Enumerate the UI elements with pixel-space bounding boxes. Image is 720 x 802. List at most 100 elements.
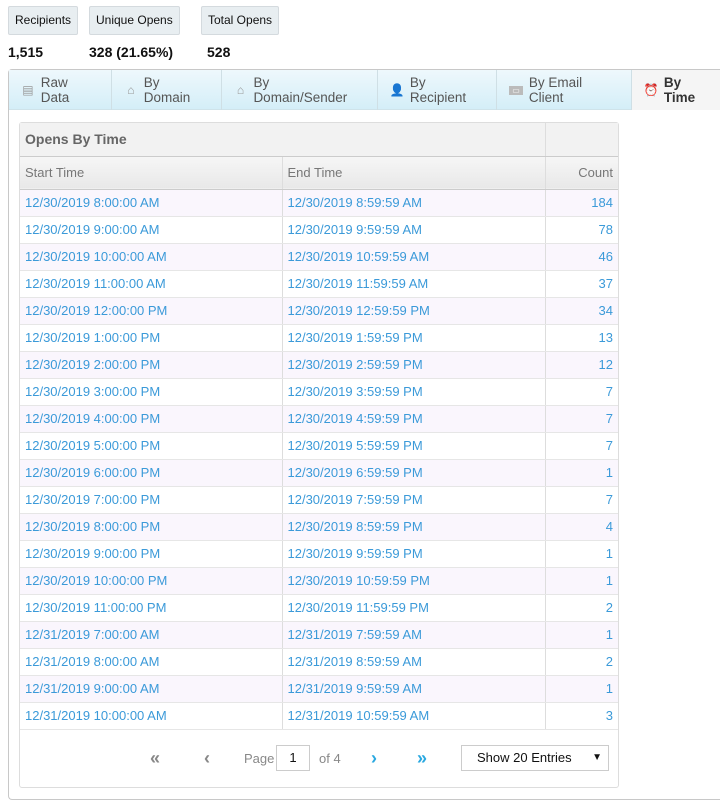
table-row: 12/30/2019 8:00:00 PM 12/30/2019 8:59:59 …: [20, 513, 618, 541]
house-icon: ⌂: [127, 83, 135, 97]
table-row: 12/31/2019 10:00:00 AM 12/31/2019 10:59:5…: [20, 702, 618, 730]
alarm-clock-icon: ⏰: [643, 83, 659, 97]
column-header-count[interactable]: Count: [545, 156, 618, 190]
table-row: 12/30/2019 11:00:00 AM 12/30/2019 11:59:5…: [20, 270, 618, 298]
start-time-cell[interactable]: 12/30/2019 9:00:00 AM: [20, 216, 283, 244]
table-row: 12/30/2019 4:00:00 PM 12/30/2019 4:59:59 …: [20, 405, 618, 433]
column-header-start-time[interactable]: Start Time: [20, 156, 283, 190]
start-time-cell[interactable]: 12/30/2019 8:00:00 AM: [20, 189, 283, 217]
table-row: 12/31/2019 9:00:00 AM 12/31/2019 9:59:59 …: [20, 675, 618, 703]
count-cell[interactable]: 2: [545, 594, 618, 622]
start-time-cell[interactable]: 12/30/2019 5:00:00 PM: [20, 432, 283, 460]
end-time-cell[interactable]: 12/31/2019 8:59:59 AM: [282, 648, 546, 676]
entries-per-page-select[interactable]: Show 20 Entries ▼: [461, 745, 609, 771]
end-time-cell[interactable]: 12/30/2019 10:59:59 PM: [282, 567, 546, 595]
count-cell[interactable]: 12: [545, 351, 618, 379]
end-time-cell[interactable]: 12/30/2019 8:59:59 PM: [282, 513, 546, 541]
count-cell[interactable]: 4: [545, 513, 618, 541]
dropdown-arrow-icon: ▼: [592, 752, 602, 763]
table-icon: ▤: [22, 83, 34, 97]
tab-label: By Time: [663, 75, 696, 105]
count-cell[interactable]: 1: [545, 567, 618, 595]
start-time-cell[interactable]: 12/30/2019 9:00:00 PM: [20, 540, 283, 568]
end-time-cell[interactable]: 12/30/2019 9:59:59 PM: [282, 540, 546, 568]
total-opens-value: 528: [207, 44, 231, 60]
start-time-cell[interactable]: 12/30/2019 10:00:00 AM: [20, 243, 283, 271]
tab-label: By Email Client: [528, 75, 583, 105]
table-row: 12/30/2019 7:00:00 PM 12/30/2019 7:59:59 …: [20, 486, 618, 514]
count-cell[interactable]: 1: [545, 675, 618, 703]
end-time-cell[interactable]: 12/30/2019 7:59:59 PM: [282, 486, 546, 514]
start-time-cell[interactable]: 12/30/2019 11:00:00 PM: [20, 594, 283, 622]
end-time-cell[interactable]: 12/30/2019 8:59:59 AM: [282, 189, 546, 217]
tab-by-recipient[interactable]: 👤 By Recipient: [378, 70, 498, 110]
title-spacer: [545, 123, 618, 157]
house-icon: ⌂: [236, 83, 245, 97]
tab-by-time[interactable]: ⏰ By Time: [631, 70, 720, 110]
count-cell[interactable]: 34: [545, 297, 618, 325]
end-time-cell[interactable]: 12/30/2019 11:59:59 PM: [282, 594, 546, 622]
stat-unique-opens-button[interactable]: Unique Opens: [89, 6, 180, 35]
count-cell[interactable]: 13: [545, 324, 618, 352]
tab-by-email-client[interactable]: ▭ By Email Client: [497, 70, 632, 110]
count-cell[interactable]: 46: [545, 243, 618, 271]
end-time-cell[interactable]: 12/30/2019 4:59:59 PM: [282, 405, 546, 433]
start-time-cell[interactable]: 12/30/2019 10:00:00 PM: [20, 567, 283, 595]
end-time-cell[interactable]: 12/30/2019 9:59:59 AM: [282, 216, 546, 244]
start-time-cell[interactable]: 12/30/2019 1:00:00 PM: [20, 324, 283, 352]
end-time-cell[interactable]: 12/31/2019 10:59:59 AM: [282, 702, 546, 730]
start-time-cell[interactable]: 12/30/2019 2:00:00 PM: [20, 351, 283, 379]
count-cell[interactable]: 37: [545, 270, 618, 298]
next-page-icon[interactable]: ›: [371, 748, 377, 769]
tab-by-domain[interactable]: ⌂ By Domain: [112, 70, 222, 110]
end-time-cell[interactable]: 12/30/2019 11:59:59 AM: [282, 270, 546, 298]
tab-by-domain-sender[interactable]: ⌂ By Domain/Sender: [222, 70, 378, 110]
end-time-cell[interactable]: 12/30/2019 10:59:59 AM: [282, 243, 546, 271]
start-time-cell[interactable]: 12/30/2019 3:00:00 PM: [20, 378, 283, 406]
count-cell[interactable]: 1: [545, 540, 618, 568]
stat-total-opens-button[interactable]: Total Opens: [201, 6, 280, 35]
table-row: 12/30/2019 9:00:00 AM 12/30/2019 9:59:59 …: [20, 216, 618, 244]
end-time-cell[interactable]: 12/30/2019 5:59:59 PM: [282, 432, 546, 460]
end-time-cell[interactable]: 12/31/2019 7:59:59 AM: [282, 621, 546, 649]
count-cell[interactable]: 184: [545, 189, 618, 217]
tab-label: By Domain/Sender: [253, 75, 348, 105]
table-row: 12/30/2019 1:00:00 PM 12/30/2019 1:59:59 …: [20, 324, 618, 352]
pagination: « ‹ Page 1 of 4 › » Show 20 Entries ▼: [20, 729, 618, 787]
start-time-cell[interactable]: 12/30/2019 12:00:00 PM: [20, 297, 283, 325]
start-time-cell[interactable]: 12/30/2019 11:00:00 AM: [20, 270, 283, 298]
count-cell[interactable]: 78: [545, 216, 618, 244]
end-time-cell[interactable]: 12/30/2019 1:59:59 PM: [282, 324, 546, 352]
last-page-icon[interactable]: »: [417, 748, 427, 769]
page-number-input[interactable]: 1: [276, 745, 310, 771]
start-time-cell[interactable]: 12/31/2019 9:00:00 AM: [20, 675, 283, 703]
count-cell[interactable]: 1: [545, 621, 618, 649]
table-row: 12/30/2019 8:00:00 AM 12/30/2019 8:59:59 …: [20, 189, 618, 217]
count-cell[interactable]: 7: [545, 432, 618, 460]
start-time-cell[interactable]: 12/30/2019 4:00:00 PM: [20, 405, 283, 433]
tab-raw-data[interactable]: ▤ Raw Data: [9, 70, 113, 110]
stat-recipients-button[interactable]: Recipients: [8, 6, 79, 35]
entries-label: Show 20 Entries: [477, 750, 572, 765]
start-time-cell[interactable]: 12/30/2019 7:00:00 PM: [20, 486, 283, 514]
count-cell[interactable]: 7: [545, 486, 618, 514]
count-cell[interactable]: 2: [545, 648, 618, 676]
first-page-icon[interactable]: «: [150, 748, 160, 769]
tab-label: By Recipient: [409, 75, 467, 105]
count-cell[interactable]: 7: [545, 378, 618, 406]
end-time-cell[interactable]: 12/30/2019 12:59:59 PM: [282, 297, 546, 325]
count-cell[interactable]: 1: [545, 459, 618, 487]
count-cell[interactable]: 7: [545, 405, 618, 433]
end-time-cell[interactable]: 12/30/2019 6:59:59 PM: [282, 459, 546, 487]
end-time-cell[interactable]: 12/30/2019 3:59:59 PM: [282, 378, 546, 406]
start-time-cell[interactable]: 12/30/2019 6:00:00 PM: [20, 459, 283, 487]
end-time-cell[interactable]: 12/31/2019 9:59:59 AM: [282, 675, 546, 703]
count-cell[interactable]: 3: [545, 702, 618, 730]
start-time-cell[interactable]: 12/30/2019 8:00:00 PM: [20, 513, 283, 541]
start-time-cell[interactable]: 12/31/2019 7:00:00 AM: [20, 621, 283, 649]
start-time-cell[interactable]: 12/31/2019 8:00:00 AM: [20, 648, 283, 676]
start-time-cell[interactable]: 12/31/2019 10:00:00 AM: [20, 702, 283, 730]
end-time-cell[interactable]: 12/30/2019 2:59:59 PM: [282, 351, 546, 379]
column-header-end-time[interactable]: End Time: [282, 156, 546, 190]
previous-page-icon[interactable]: ‹: [204, 748, 210, 769]
